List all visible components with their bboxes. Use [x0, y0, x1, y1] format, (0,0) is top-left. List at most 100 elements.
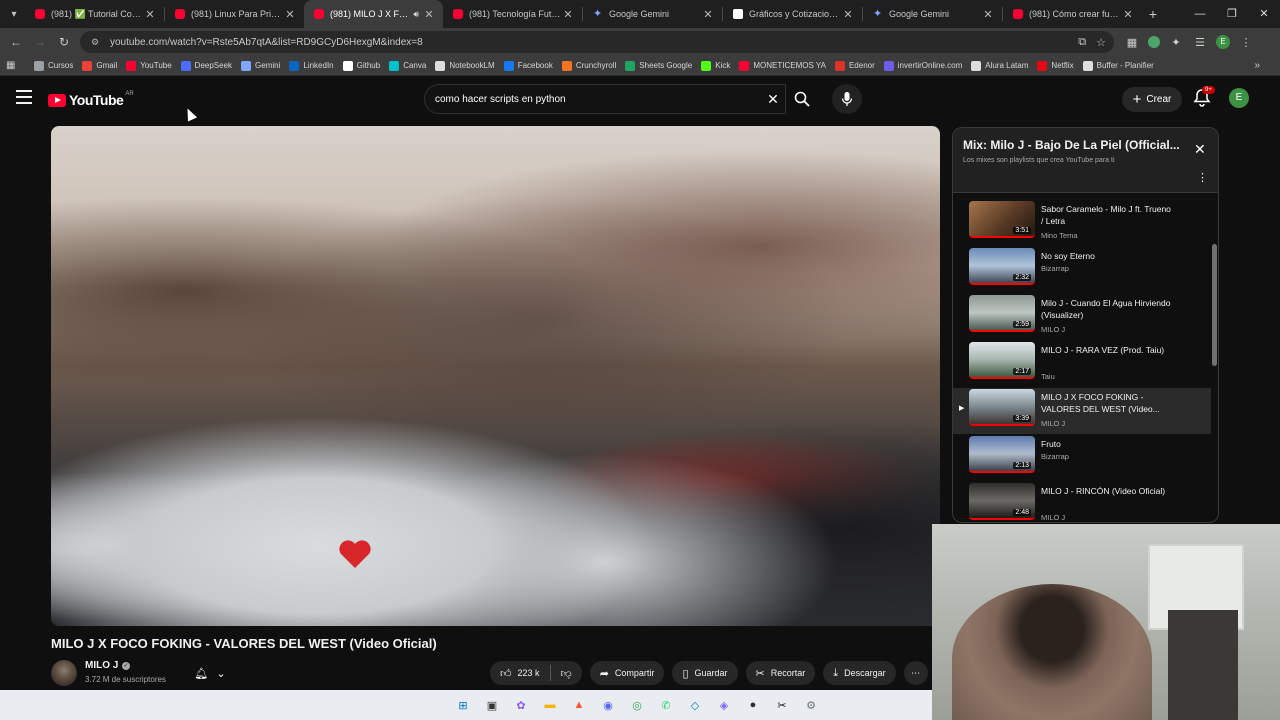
playlist-item[interactable]: 2:17 MILO J - RARA VEZ (Prod. Taiu) Taiu	[953, 341, 1211, 387]
tab-groups-icon[interactable]: ☰	[1192, 36, 1208, 49]
download-button[interactable]: ⤓ Descargar	[823, 661, 896, 685]
file-explorer-icon[interactable]: ▬	[539, 694, 561, 716]
bookmark-item[interactable]: Gemini	[241, 60, 280, 71]
site-info-icon[interactable]: ⚙	[88, 35, 102, 49]
reload-icon[interactable]: ↻	[52, 35, 76, 49]
save-button[interactable]: ▯ Guardar	[672, 661, 738, 685]
voice-search-button[interactable]	[832, 84, 862, 114]
playlist-title[interactable]: Mix: Milo J - Bajo De La Piel (Official.…	[963, 138, 1185, 152]
new-tab-button[interactable]: +	[1142, 6, 1164, 22]
chrome-menu-icon[interactable]: ⋮	[1238, 36, 1254, 49]
browser-tab[interactable]: (981) Linux Para Principia✕	[165, 0, 304, 28]
guide-menu-icon[interactable]	[16, 90, 32, 104]
search-button[interactable]	[786, 84, 818, 114]
tab-close-icon[interactable]: ✕	[1122, 8, 1134, 21]
playlist-item-title[interactable]: Fruto	[1041, 438, 1171, 450]
clip-button[interactable]: ✂ Recortar	[745, 661, 816, 685]
extension-icon[interactable]	[1148, 36, 1160, 48]
tab-close-icon[interactable]: ✕	[423, 8, 435, 21]
chrome-icon[interactable]: ◎	[626, 694, 648, 716]
playlist-item-title[interactable]: No soy Eterno	[1041, 250, 1171, 262]
browser-tab[interactable]: (981) Cómo crear funcion ✕	[1003, 0, 1142, 28]
playlist-thumbnail[interactable]: 2:59	[969, 295, 1035, 332]
forward-icon[interactable]: →	[28, 35, 52, 49]
address-bar[interactable]: ⚙ youtube.com/watch?v=Rste5Ab7qtA&list=R…	[80, 31, 1114, 53]
browser-tab[interactable]: ✦ Google Gemini ✕	[583, 0, 722, 28]
channel-name[interactable]: MILO J	[85, 660, 118, 671]
app-icon[interactable]: ◈	[713, 694, 735, 716]
playlist-item-title[interactable]: MILO J X FOCO FOKING - VALORES DEL WEST …	[1041, 391, 1171, 415]
playlist-item[interactable]: 2:32 No soy Eterno Bizarrap	[953, 247, 1211, 293]
bookmark-item[interactable]: Sheets Google	[625, 60, 692, 71]
tab-close-icon[interactable]: ✕	[702, 8, 714, 21]
bookmark-item[interactable]: Buffer - Planifier	[1082, 60, 1154, 71]
search-query[interactable]: como hacer scripts en python	[435, 94, 761, 105]
obs-icon[interactable]: ●	[742, 694, 764, 716]
dislike-button[interactable]: 👎︎	[551, 661, 582, 685]
browser-tab[interactable]: (981) ✅ Tutorial Comple ✕	[25, 0, 164, 28]
playlist-scrollbar[interactable]	[1212, 196, 1217, 522]
bookmark-item[interactable]: Crunchyroll	[561, 60, 616, 71]
bookmark-item[interactable]: Cursos	[34, 60, 73, 71]
playlist-thumbnail[interactable]: 2:48	[969, 483, 1035, 520]
bookmark-item[interactable]: YouTube	[126, 60, 172, 71]
browser-tab[interactable]: (981) Tecnología Futurista✕	[443, 0, 582, 28]
bookmark-item[interactable]: Gmail	[82, 60, 117, 71]
minimize-icon[interactable]: —	[1184, 0, 1216, 28]
playlist-item[interactable]: ▶ 3:39 MILO J X FOCO FOKING - VALORES DEL …	[953, 388, 1211, 434]
playlist-thumbnail[interactable]: 2:13	[969, 436, 1035, 473]
browser-tab[interactable]: (981) MILO J X FOCO 🔊︎ ✕	[304, 0, 443, 28]
playlist-item[interactable]: 2:48 MILO J - RINCÓN (Video Oficial) MILO …	[953, 482, 1211, 522]
bookmark-star-icon[interactable]: ☆	[1096, 36, 1106, 49]
playlist-thumbnail[interactable]: 2:17	[969, 342, 1035, 379]
account-avatar[interactable]: E	[1229, 88, 1249, 108]
bookmark-item[interactable]: Netflix	[1037, 60, 1074, 71]
playlist-item[interactable]: 3:51 Sabor Caramelo - Milo J ft. Trueno /…	[953, 200, 1211, 246]
bookmark-item[interactable]: Github	[342, 60, 380, 71]
browser-tab[interactable]: ✦ Google Gemini ✕	[863, 0, 1002, 28]
playlist-item[interactable]: 2:59 Milo J - Cuando El Agua Hirviendo (V…	[953, 294, 1211, 340]
clear-search-icon[interactable]: ✕	[761, 91, 785, 108]
playlist-item-title[interactable]: Milo J - Cuando El Agua Hirviendo (Visua…	[1041, 297, 1171, 321]
more-actions-button[interactable]: ⋯	[903, 661, 928, 685]
playlist-item-title[interactable]: MILO J - RARA VEZ (Prod. Taiu)	[1041, 344, 1171, 356]
browser-tab[interactable]: Gráficos y Cotizaciones - ✕	[723, 0, 862, 28]
puzzle-icon[interactable]: ✦	[1168, 36, 1184, 49]
windows-start-icon[interactable]: ⊞	[452, 694, 474, 716]
window-close-icon[interactable]: ✕	[1248, 0, 1280, 28]
qr-icon[interactable]: ▦	[1124, 36, 1140, 49]
cast-icon[interactable]: ⧉	[1078, 36, 1086, 49]
bookmark-item[interactable]: Alura Latam	[971, 60, 1028, 71]
capcut-icon[interactable]: ✂	[771, 694, 793, 716]
create-button[interactable]: + Crear	[1122, 87, 1182, 112]
bookmark-item[interactable]: Canva	[389, 60, 426, 71]
playlist-thumbnail[interactable]: 2:32	[969, 248, 1035, 285]
url-text[interactable]: youtube.com/watch?v=Rste5Ab7qtA&list=RD9…	[110, 37, 423, 48]
discord-icon[interactable]: ◉	[597, 694, 619, 716]
channel-avatar[interactable]	[51, 660, 77, 686]
bookmark-item[interactable]: Facebook	[503, 60, 553, 71]
more-bookmarks-icon[interactable]: »	[1254, 60, 1260, 71]
settings-icon[interactable]: ⚙	[800, 694, 822, 716]
whatsapp-icon[interactable]: ✆	[655, 694, 677, 716]
bookmark-item[interactable]: MONETICEMOS YA	[739, 60, 826, 71]
tab-close-icon[interactable]: ✕	[144, 8, 156, 21]
bookmark-item[interactable]: invertirOnline.com	[883, 60, 962, 71]
tab-close-icon[interactable]: ✕	[842, 8, 854, 21]
task-view-icon[interactable]: ▣	[481, 694, 503, 716]
search-input[interactable]: como hacer scripts en python ✕	[424, 84, 786, 114]
tab-audio-icon[interactable]: 🔊︎	[413, 9, 419, 20]
restore-icon[interactable]: ❐	[1216, 0, 1248, 28]
apps-grid-icon[interactable]: ▦	[6, 60, 20, 71]
playlist-thumbnail[interactable]: 3:51	[969, 201, 1035, 238]
tab-search-icon[interactable]: ▾	[3, 3, 25, 25]
tab-close-icon[interactable]: ✕	[982, 8, 994, 21]
bookmark-item[interactable]: Edenor	[834, 60, 875, 71]
playlist-item[interactable]: 2:13 Fruto Bizarrap	[953, 435, 1211, 481]
playlist-item-title[interactable]: Sabor Caramelo - Milo J ft. Trueno / Let…	[1041, 203, 1171, 227]
bookmark-item[interactable]: NotebookLM	[435, 60, 495, 71]
playlist-menu-icon[interactable]: ⋮	[1197, 173, 1208, 184]
close-playlist-icon[interactable]: ✕	[1194, 141, 1206, 158]
copilot-icon[interactable]: ✿	[510, 694, 532, 716]
video-player[interactable]	[51, 126, 940, 626]
